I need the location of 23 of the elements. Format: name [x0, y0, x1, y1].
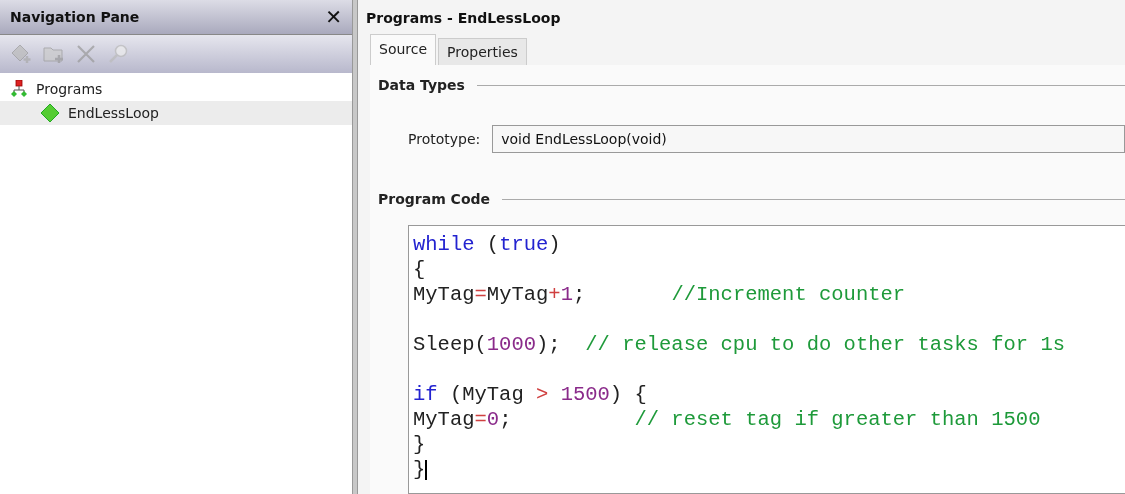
code-line: }	[413, 433, 426, 456]
tree-item[interactable]: EndLessLoop	[0, 101, 352, 125]
text-cursor	[425, 459, 428, 480]
code-line: MyTag=0; // reset tag if greater than 1500	[413, 408, 1041, 431]
tab[interactable]: Properties	[438, 38, 527, 65]
section-heading: Data Types	[378, 77, 465, 93]
tab[interactable]: Source	[370, 34, 437, 65]
code-line: if (MyTag > 1500) {	[413, 383, 647, 406]
diamond-icon	[40, 103, 60, 123]
code-line: {	[413, 258, 426, 281]
code-line: while (true)	[413, 233, 561, 256]
code-line: MyTag=MyTag+1; //Increment counter	[413, 283, 906, 306]
code-line: }	[413, 458, 426, 481]
code-editor[interactable]: while (true) { MyTag=MyTag+1; //Increment counter Sleep(1000); // release cpu to do other tasks for 1s if (MyTag > 1500) { MyTag=0; // reset tag if greater than 1500 } }	[408, 225, 1125, 494]
editor-title: Programs - EndLessLoop	[365, 9, 562, 28]
hierarchy-icon	[10, 80, 28, 98]
prototype-label: Prototype:	[408, 131, 481, 147]
code-line: Sleep(1000); // release cpu to do other tasks for 1s	[413, 333, 1066, 356]
tree-item[interactable]: Programs	[0, 77, 352, 101]
pane-title: Navigation Pane	[10, 9, 140, 25]
prototype-field[interactable]: void EndLessLoop(void)	[492, 125, 1125, 153]
section-heading: Program Code	[378, 191, 491, 207]
close-button[interactable]: ✕	[321, 5, 346, 29]
